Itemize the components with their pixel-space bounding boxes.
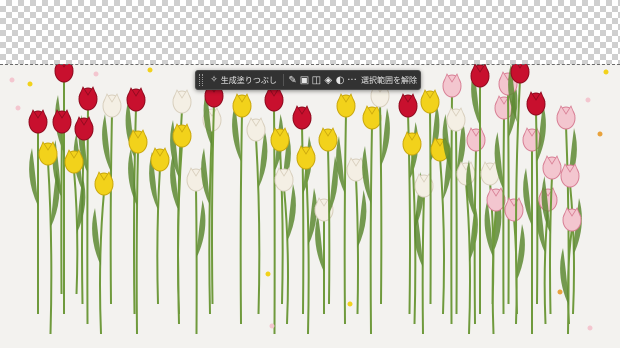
- tulip: [102, 93, 122, 305]
- more-icon[interactable]: ···: [346, 72, 358, 88]
- tulip: [446, 107, 466, 315]
- tulip: [560, 207, 582, 325]
- contextual-task-bar[interactable]: ✧ 生成塗りつぶし ✎ ▣ ◫ ◈ ◐ ··· 選択範囲を解除: [195, 70, 421, 90]
- deselect-button[interactable]: 選択範囲を解除: [358, 72, 420, 88]
- tulip: [296, 145, 317, 335]
- tulip: [186, 167, 206, 335]
- divider: [282, 74, 284, 86]
- petal-confetti: [603, 69, 609, 75]
- petal-confetti: [265, 271, 271, 277]
- selection-marquee: [0, 64, 620, 65]
- tulip: [402, 131, 424, 325]
- tulip: [346, 157, 367, 315]
- tulip: [336, 93, 356, 325]
- petal-confetti: [15, 105, 21, 111]
- transform-icon[interactable]: ▣: [299, 72, 311, 88]
- petal-confetti: [557, 289, 563, 295]
- tulip-arrangement-image: [9, 64, 609, 335]
- crop-icon[interactable]: ◫: [310, 72, 322, 88]
- petal-confetti: [587, 325, 593, 331]
- fill-icon[interactable]: ◈: [322, 72, 334, 88]
- petal-confetti: [93, 71, 99, 77]
- adjustment-icon[interactable]: ◐: [334, 72, 346, 88]
- tulip: [274, 167, 296, 325]
- petal-confetti: [597, 131, 603, 137]
- tulip: [28, 109, 48, 314]
- tulip: [484, 187, 506, 335]
- grip-icon[interactable]: [199, 74, 204, 86]
- tulip: [149, 147, 170, 305]
- generative-fill-label: 生成塗りつぶし: [220, 75, 277, 85]
- petal-confetti: [269, 323, 275, 329]
- petal-confetti: [347, 301, 353, 307]
- deselect-label: 選択範囲を解除: [360, 75, 417, 85]
- tulip: [246, 117, 268, 315]
- brush-icon[interactable]: ✎: [287, 72, 299, 88]
- tulip: [128, 129, 148, 335]
- petal-confetti: [585, 97, 591, 103]
- generative-fill-icon: ✧: [210, 75, 218, 85]
- tulip-photo-layer[interactable]: [0, 64, 620, 348]
- document-canvas[interactable]: ✧ 生成塗りつぶし ✎ ▣ ◫ ◈ ◐ ··· 選択範囲を解除: [0, 0, 620, 348]
- generative-fill-button[interactable]: ✧ 生成塗りつぶし: [207, 72, 280, 88]
- petal-confetti: [27, 81, 33, 87]
- tulip: [264, 87, 284, 335]
- petal-confetti: [147, 67, 153, 73]
- petal-confetti: [9, 77, 15, 83]
